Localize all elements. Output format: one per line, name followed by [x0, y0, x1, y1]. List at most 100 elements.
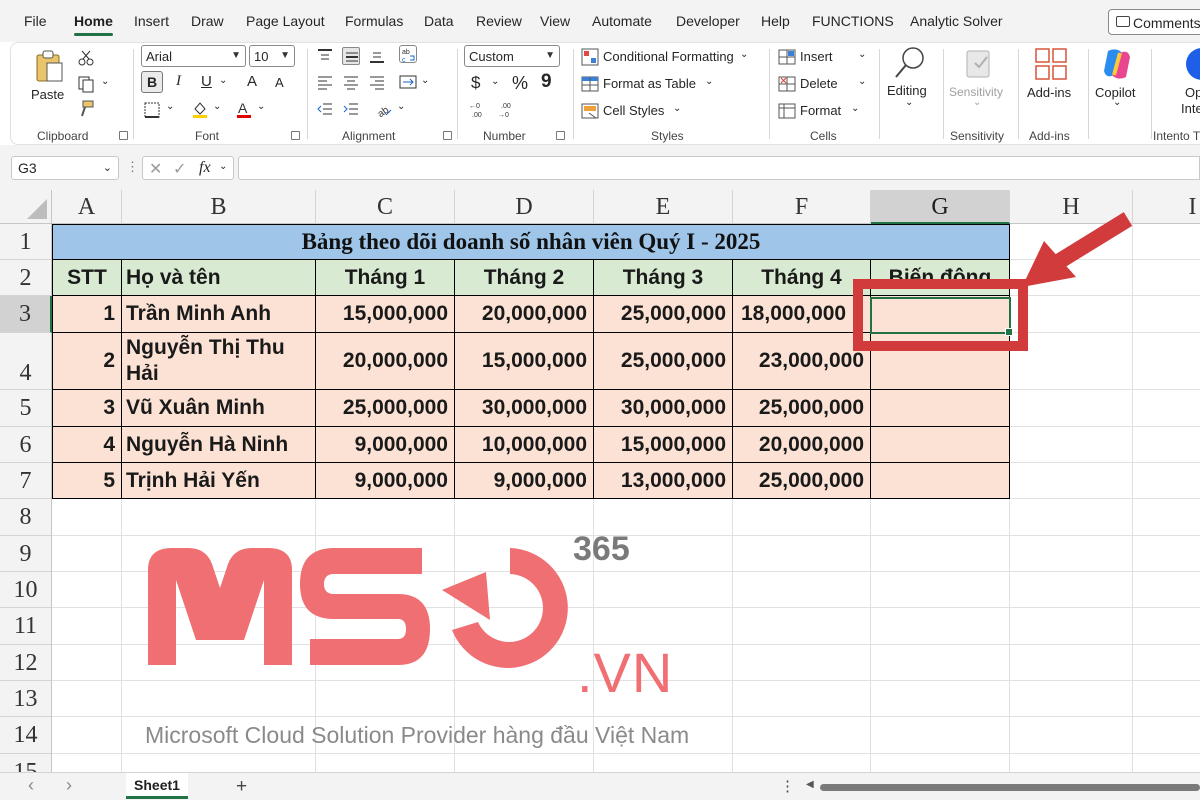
- percent-button[interactable]: %: [512, 73, 528, 94]
- column-header-b[interactable]: B: [122, 190, 316, 224]
- header-stt[interactable]: STT: [52, 260, 122, 296]
- number-launcher-icon[interactable]: [556, 131, 565, 140]
- wrap-text-icon[interactable]: abc: [399, 45, 417, 63]
- cell-styles-button[interactable]: Cell Styles ⌄: [581, 100, 691, 122]
- borders-icon[interactable]: [143, 101, 161, 119]
- table-cell[interactable]: 25,000,000: [594, 296, 733, 333]
- table-cell[interactable]: [871, 463, 1010, 499]
- row-header-12[interactable]: 12: [0, 645, 52, 681]
- merge-center-icon[interactable]: [399, 73, 417, 91]
- grow-font-button[interactable]: A: [247, 73, 257, 90]
- table-cell[interactable]: 30,000,000: [594, 390, 733, 427]
- sensitivity-button[interactable]: Sensitivity ⌄: [947, 45, 1007, 117]
- table-cell[interactable]: 23,000,000: [733, 333, 871, 390]
- menu-developer[interactable]: Developer: [676, 13, 740, 29]
- row-header-3[interactable]: 3: [0, 296, 52, 333]
- row-header-7[interactable]: 7: [0, 463, 52, 499]
- table-cell[interactable]: [871, 427, 1010, 463]
- menu-analytic-solver[interactable]: Analytic Solver: [910, 13, 1003, 29]
- column-header-c[interactable]: C: [316, 190, 455, 224]
- paste-button[interactable]: Paste: [29, 47, 69, 109]
- column-header-i[interactable]: I: [1133, 190, 1200, 224]
- row-header-11[interactable]: 11: [0, 608, 52, 645]
- addins-button[interactable]: Add-ins: [1023, 45, 1081, 117]
- cut-icon[interactable]: [77, 49, 95, 67]
- table-cell[interactable]: Nguyễn Hà Ninh: [122, 427, 316, 463]
- table-cell[interactable]: 9,000,000: [455, 463, 594, 499]
- menu-insert[interactable]: Insert: [134, 13, 169, 29]
- copilot-button[interactable]: Copilot ⌄: [1091, 45, 1143, 117]
- table-cell[interactable]: Trịnh Hải Yến: [122, 463, 316, 499]
- menu-view[interactable]: View: [540, 13, 570, 29]
- chevron-down-icon[interactable]: ⌄: [219, 161, 227, 172]
- insert-function-button[interactable]: fx: [199, 159, 211, 177]
- font-color-icon[interactable]: A: [235, 100, 253, 118]
- row-header-6[interactable]: 6: [0, 427, 52, 463]
- bold-button[interactable]: B: [141, 71, 163, 93]
- row-header-10[interactable]: 10: [0, 572, 52, 608]
- table-cell[interactable]: 2: [52, 333, 122, 390]
- table-cell[interactable]: 25,000,000: [316, 390, 455, 427]
- fill-color-dropdown-icon[interactable]: ⌄: [213, 101, 221, 112]
- sheet-tab-sheet1[interactable]: Sheet1: [126, 773, 188, 799]
- comma-style-button[interactable]: 9: [541, 71, 552, 93]
- fill-color-icon[interactable]: [191, 100, 209, 118]
- copy-icon[interactable]: [77, 75, 95, 93]
- insert-cells-button[interactable]: Insert ⌄: [778, 46, 868, 68]
- align-top-icon[interactable]: [316, 47, 334, 65]
- comments-button[interactable]: Comments: [1108, 9, 1200, 35]
- horizontal-scrollbar[interactable]: [820, 784, 1200, 791]
- align-middle-icon[interactable]: [342, 47, 360, 65]
- table-cell[interactable]: 20,000,000: [733, 427, 871, 463]
- enter-icon[interactable]: ✓: [173, 159, 186, 179]
- currency-dropdown-icon[interactable]: ⌄: [491, 76, 499, 87]
- table-cell[interactable]: 1: [52, 296, 122, 333]
- orientation-dropdown-icon[interactable]: ⌄: [397, 101, 405, 112]
- row-header-14[interactable]: 14: [0, 717, 52, 754]
- increase-indent-icon[interactable]: [342, 100, 360, 118]
- table-cell[interactable]: 15,000,000: [455, 333, 594, 390]
- menu-home[interactable]: Home: [74, 13, 113, 36]
- formula-bar-grip-icon[interactable]: ⋮: [126, 159, 139, 175]
- align-bottom-icon[interactable]: [368, 47, 386, 65]
- scroll-left-icon[interactable]: ◀: [806, 779, 814, 790]
- intento-button[interactable]: Op Inte: [1161, 45, 1200, 117]
- underline-dropdown-icon[interactable]: ⌄: [219, 75, 227, 86]
- column-header-g[interactable]: G: [871, 190, 1010, 224]
- row-header-15[interactable]: 15: [0, 754, 52, 772]
- clipboard-launcher-icon[interactable]: [119, 131, 128, 140]
- font-color-dropdown-icon[interactable]: ⌄: [257, 101, 265, 112]
- add-sheet-button[interactable]: +: [236, 776, 247, 798]
- table-cell[interactable]: 18,000,000: [733, 296, 871, 333]
- font-name-combo[interactable]: Arial ▼: [141, 45, 246, 67]
- orientation-icon[interactable]: ab: [375, 100, 393, 118]
- table-cell[interactable]: 10,000,000: [455, 427, 594, 463]
- alignment-launcher-icon[interactable]: [443, 131, 452, 140]
- prev-sheet-button[interactable]: ‹: [28, 775, 34, 796]
- formula-input[interactable]: [238, 156, 1200, 180]
- menu-functions[interactable]: FUNCTIONS: [812, 13, 894, 29]
- row-header-4[interactable]: 4: [0, 333, 52, 390]
- copy-dropdown-icon[interactable]: ⌄: [101, 76, 109, 87]
- format-as-table-button[interactable]: Format as Table ⌄: [581, 73, 721, 95]
- header-month-4[interactable]: Tháng 4: [733, 260, 871, 296]
- table-cell[interactable]: 25,000,000: [733, 463, 871, 499]
- header-month-1[interactable]: Tháng 1: [316, 260, 455, 296]
- shrink-font-button[interactable]: A: [275, 75, 284, 90]
- menu-data[interactable]: Data: [424, 13, 454, 29]
- table-cell[interactable]: 15,000,000: [594, 427, 733, 463]
- editing-button[interactable]: Editing ⌄: [885, 45, 935, 117]
- menu-help[interactable]: Help: [761, 13, 790, 29]
- header-month-2[interactable]: Tháng 2: [455, 260, 594, 296]
- row-header-13[interactable]: 13: [0, 681, 52, 717]
- format-painter-icon[interactable]: [77, 100, 95, 118]
- align-left-icon[interactable]: [316, 73, 334, 91]
- header-name[interactable]: Họ và tên: [122, 260, 316, 296]
- row-header-9[interactable]: 9: [0, 536, 52, 572]
- menu-automate[interactable]: Automate: [592, 13, 652, 29]
- menu-page-layout[interactable]: Page Layout: [246, 13, 325, 29]
- table-cell[interactable]: [871, 390, 1010, 427]
- align-right-icon[interactable]: [368, 73, 386, 91]
- column-header-d[interactable]: D: [455, 190, 594, 224]
- menu-file[interactable]: File: [24, 13, 47, 29]
